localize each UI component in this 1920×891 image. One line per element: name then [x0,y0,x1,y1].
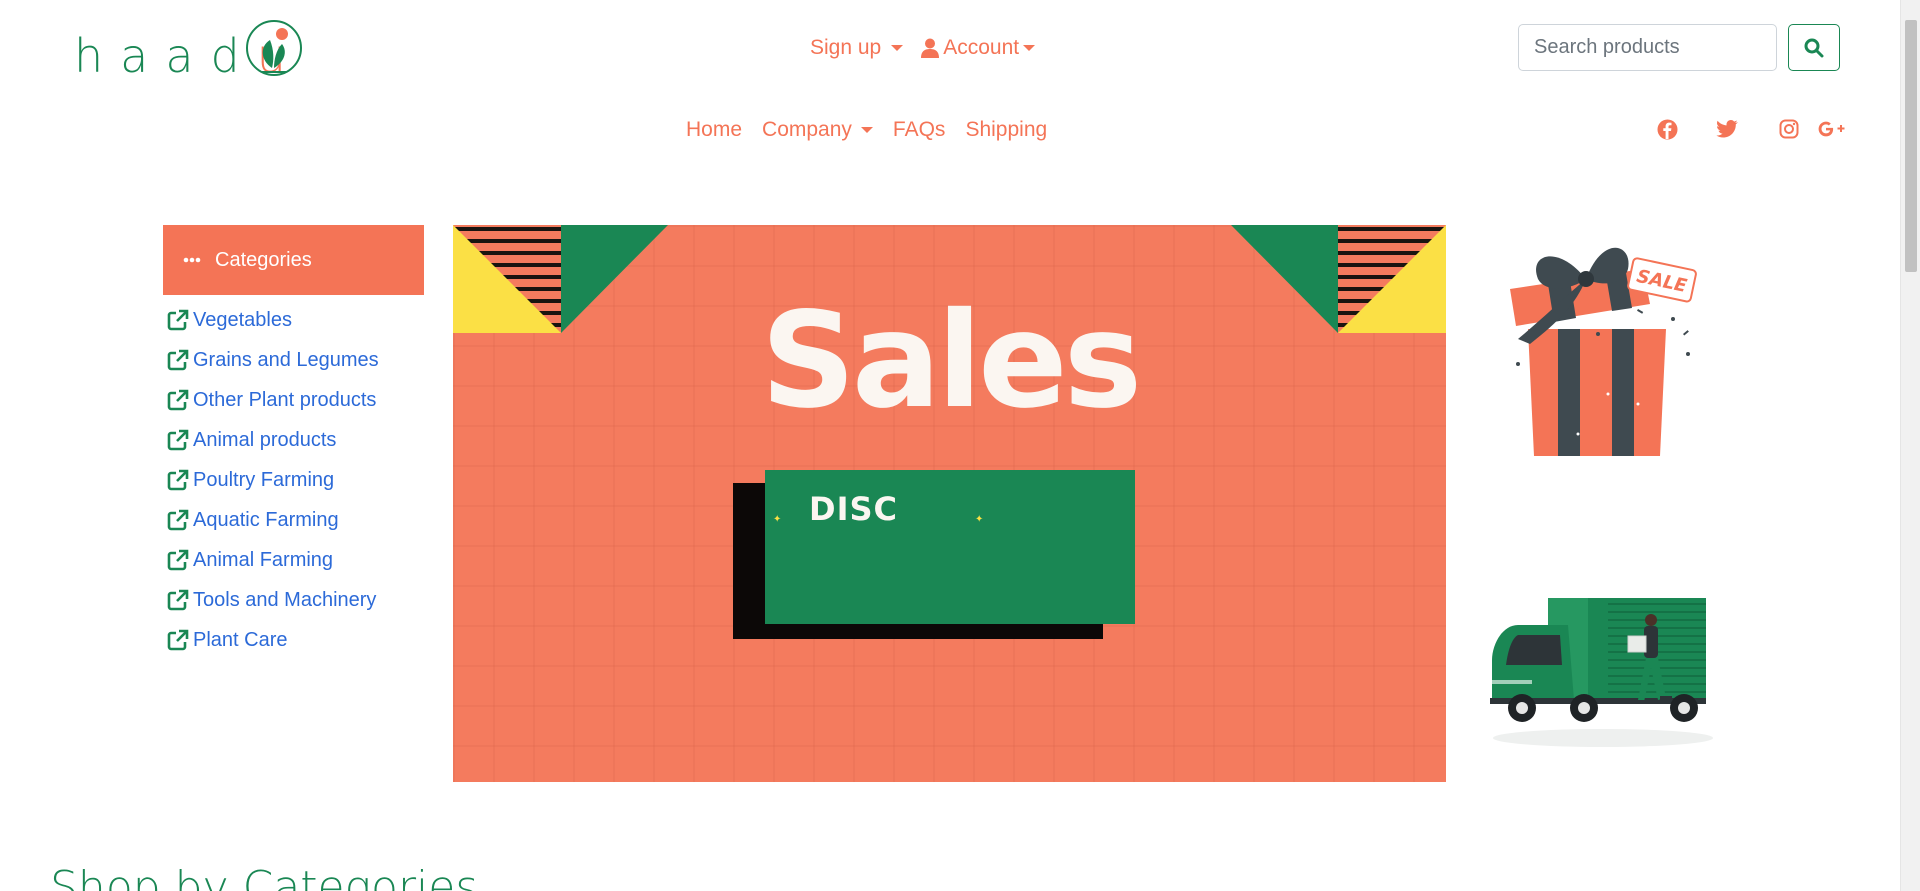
leaf-logo-icon [246,20,302,76]
nav-shipping[interactable]: Shipping [965,118,1047,142]
external-link-icon [167,309,189,331]
external-link-icon [167,589,189,611]
nav-label: Company [762,118,852,141]
sparkle-icon: ✦ [975,514,984,525]
search-form [1518,24,1840,71]
external-link-icon [167,629,189,651]
section-heading: Shop by Categories [50,862,479,891]
category-item-grains[interactable]: Grains and Legumes [167,340,379,380]
category-label: Poultry Farming [193,468,335,491]
nav-label: Home [686,118,743,141]
user-icon [921,38,940,58]
category-item-other-plant[interactable]: Other Plant products [167,380,379,420]
category-item-animal-products[interactable]: Animal products [167,420,379,460]
banner-discount-box: DISC ✦ ✦ [765,470,1135,624]
search-button[interactable] [1788,24,1840,71]
external-link-icon [167,469,189,491]
external-link-icon [167,429,189,451]
signup-dropdown[interactable]: Sign up [810,36,904,60]
delivery-truck-illustration[interactable] [1488,590,1718,750]
more-dots-icon [183,257,201,263]
nav-home[interactable]: Home [686,118,742,142]
nav-company[interactable]: Company [762,118,873,142]
category-item-poultry[interactable]: Poultry Farming [167,460,379,500]
categories-title: Categories [215,248,312,271]
category-label: Plant Care [193,628,288,651]
account-label: Account [943,36,1020,59]
sales-banner[interactable]: Sales DISC ✦ ✦ [453,225,1446,782]
sparkle-icon: ✦ [773,514,782,525]
category-list: Vegetables Grains and Legumes Other Plan… [167,300,379,660]
external-link-icon [167,349,189,371]
signup-label: Sign up [810,36,882,59]
nav-label: FAQs [892,118,946,141]
external-link-icon [167,389,189,411]
category-item-animal-farming[interactable]: Animal Farming [167,540,379,580]
category-label: Grains and Legumes [193,348,379,371]
scrollbar-thumb[interactable] [1905,20,1917,272]
social-links [1656,118,1846,140]
instagram-icon[interactable] [1778,118,1800,140]
search-icon [1804,38,1824,57]
category-item-plant-care[interactable]: Plant Care [167,620,379,660]
gift-box-illustration[interactable]: SALE [1488,234,1718,459]
brand-logo[interactable]: haadu [74,18,304,83]
external-link-icon [167,509,189,531]
banner-title: Sales [760,284,1142,438]
external-link-icon [167,549,189,571]
category-label: Other Plant products [193,388,377,411]
page-scrollbar[interactable] [1900,0,1920,891]
category-label: Tools and Machinery [193,588,377,611]
twitter-icon[interactable] [1716,118,1738,140]
search-input[interactable] [1518,24,1777,71]
category-label: Vegetables [193,308,292,331]
account-dropdown[interactable]: Account [921,36,1036,60]
facebook-icon[interactable] [1656,118,1678,140]
chevron-down-icon [860,127,873,133]
google-plus-icon[interactable] [1818,118,1846,140]
chevron-down-icon [891,45,904,51]
category-label: Animal products [193,428,337,451]
category-item-vegetables[interactable]: Vegetables [167,300,379,340]
main-nav: Home Company FAQs Shipping [686,118,1047,142]
nav-label: Shipping [965,118,1048,141]
chevron-down-icon [1023,45,1036,51]
category-item-aquatic[interactable]: Aquatic Farming [167,500,379,540]
category-item-tools[interactable]: Tools and Machinery [167,580,379,620]
categories-header[interactable]: Categories [163,225,424,295]
category-label: Animal Farming [193,548,334,571]
banner-subtitle: DISC [809,490,898,528]
nav-faqs[interactable]: FAQs [893,118,946,142]
top-nav: Sign up Account [810,36,1036,60]
category-label: Aquatic Farming [193,508,339,531]
